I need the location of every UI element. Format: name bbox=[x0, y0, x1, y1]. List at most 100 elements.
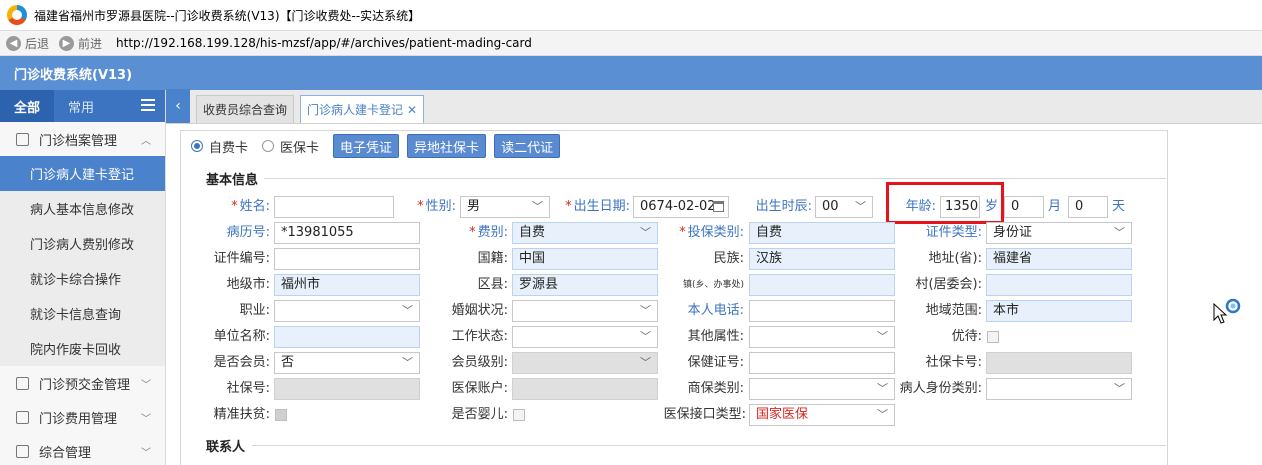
sidebar-item-card-operations[interactable]: 就诊卡综合操作 bbox=[0, 261, 165, 296]
chevron-down-icon: ﹀ bbox=[877, 382, 888, 395]
tab-label: 收费员综合查询 bbox=[203, 103, 288, 117]
menu-group-label: 综合管理 bbox=[39, 445, 92, 461]
chevron-down-icon: ﹀ bbox=[640, 330, 651, 343]
cert-type-select[interactable]: 身份证 ﹀ bbox=[986, 222, 1132, 244]
infant-checkbox[interactable] bbox=[513, 409, 525, 421]
province-input[interactable]: 福建省 bbox=[986, 248, 1132, 270]
sidebar-item-card-registration[interactable]: 门诊病人建卡登记 bbox=[0, 156, 165, 191]
phone-input[interactable] bbox=[749, 300, 895, 322]
work-status-label: 工作状态: bbox=[451, 329, 508, 344]
cert-no-label: 证件编号: bbox=[213, 251, 270, 266]
member-level-select[interactable]: ﹀ bbox=[512, 352, 658, 374]
other-attr-select[interactable]: ﹀ bbox=[749, 326, 895, 348]
record-no-input[interactable]: *13981055 bbox=[274, 222, 420, 244]
sidebar-item-card-recycle[interactable]: 院内作废卡回收 bbox=[0, 331, 165, 366]
cert-no-input[interactable] bbox=[274, 248, 420, 270]
sidebar: 全部 常用 门诊档案管理 ︿ 门诊病人建卡登记 病人基本信息修改 门诊病人费别修… bbox=[0, 90, 166, 465]
document-icon bbox=[16, 444, 29, 458]
sidebar-tabs: 全部 常用 bbox=[0, 90, 165, 122]
si-card-input[interactable] bbox=[986, 352, 1132, 374]
close-icon[interactable]: ✕ bbox=[407, 103, 417, 117]
record-no-label: 病历号: bbox=[226, 225, 270, 240]
app-logo-icon bbox=[6, 4, 28, 26]
town-input[interactable] bbox=[749, 274, 895, 296]
priority-checkbox[interactable] bbox=[987, 331, 999, 343]
employer-input[interactable] bbox=[274, 326, 420, 348]
nationality-label: 国籍: bbox=[477, 251, 508, 266]
address-bar[interactable]: http://192.168.199.128/his-mzsf/app/#/ar… bbox=[116, 36, 532, 50]
forward-button[interactable]: ▶ 前进 bbox=[59, 35, 102, 52]
menu-group-archives[interactable]: 门诊档案管理 ︿ bbox=[0, 122, 165, 156]
gender-select[interactable]: 男 ﹀ bbox=[460, 196, 550, 218]
calendar-icon bbox=[713, 201, 724, 212]
back-button[interactable]: ◀ 后退 bbox=[6, 35, 49, 52]
gender-label: * 性别: bbox=[417, 199, 456, 214]
region-label: 地域范围: bbox=[925, 303, 982, 318]
birth-hour-label: 出生时辰: bbox=[755, 199, 812, 214]
member-select[interactable]: 否 ﹀ bbox=[274, 352, 420, 374]
chevron-down-icon: ﹀ bbox=[1114, 382, 1125, 395]
ins-account-input[interactable] bbox=[512, 378, 658, 400]
menu-group-fees[interactable]: 门诊费用管理 ﹀ bbox=[0, 400, 165, 434]
menu-group-label: 门诊档案管理 bbox=[39, 133, 118, 149]
chevron-down-icon: ﹀ bbox=[640, 226, 651, 239]
chevron-down-icon: ﹀ bbox=[532, 200, 543, 213]
region-input[interactable]: 本市 bbox=[986, 300, 1132, 322]
insurance-radio[interactable] bbox=[262, 140, 275, 152]
identity-select[interactable]: ﹀ bbox=[986, 378, 1132, 400]
nationality-input[interactable]: 中国 bbox=[512, 248, 658, 270]
work-status-select[interactable]: ﹀ bbox=[512, 326, 658, 348]
collapse-sidebar-icon[interactable]: ‹ bbox=[166, 89, 190, 123]
sidebar-item-card-query[interactable]: 就诊卡信息查询 bbox=[0, 296, 165, 331]
health-cert-input[interactable] bbox=[749, 352, 895, 374]
age-highlight-box bbox=[886, 182, 1004, 224]
poverty-checkbox[interactable] bbox=[275, 409, 287, 421]
window-title: 福建省福州市罗源县医院--门诊收费系统(V13)【门诊收费处--实达系统】 bbox=[34, 8, 421, 23]
tab-cashier-query[interactable]: 收费员综合查询 bbox=[196, 95, 295, 123]
birth-hour-select[interactable]: 00 ﹀ bbox=[815, 196, 873, 218]
menu-group-deposit[interactable]: 门诊预交金管理 ﹀ bbox=[0, 366, 165, 400]
sidebar-tab-common[interactable]: 常用 bbox=[54, 90, 108, 122]
remote-si-card-button[interactable]: 异地社保卡 bbox=[407, 134, 487, 158]
phone-label: 本人电话: bbox=[687, 303, 744, 318]
chevron-down-icon: ﹀ bbox=[640, 356, 651, 369]
sidebar-item-patient-info-edit[interactable]: 病人基本信息修改 bbox=[0, 191, 165, 226]
county-label: 区县: bbox=[477, 277, 508, 292]
menu-group-general[interactable]: 综合管理 ﹀ bbox=[0, 434, 165, 465]
tab-card-registration[interactable]: 门诊病人建卡登记 ✕ bbox=[300, 95, 425, 123]
comm-ins-select[interactable]: ﹀ bbox=[749, 378, 895, 400]
sidebar-item-fee-type-edit[interactable]: 门诊病人费别修改 bbox=[0, 226, 165, 261]
marital-select[interactable]: ﹀ bbox=[512, 300, 658, 322]
browser-nav-bar: ◀ 后退 ▶ 前进 http://192.168.199.128/his-mzs… bbox=[0, 30, 1262, 56]
sidebar-tab-all[interactable]: 全部 bbox=[0, 90, 55, 122]
back-label: 后退 bbox=[25, 36, 50, 51]
read-id-card-button[interactable]: 读二代证 bbox=[494, 134, 561, 158]
fee-type-select[interactable]: 自费 ﹀ bbox=[512, 222, 658, 244]
self-pay-radio[interactable] bbox=[191, 140, 203, 152]
menu-icon[interactable] bbox=[141, 99, 155, 111]
section-title-contact: 联系人 bbox=[206, 440, 246, 455]
wallet-icon bbox=[16, 376, 29, 390]
other-attr-label: 其他属性: bbox=[687, 329, 744, 344]
si-no-input[interactable] bbox=[274, 378, 420, 400]
ins-interface-select[interactable]: 国家医保 ﹀ bbox=[749, 404, 895, 426]
ins-account-label: 医保账户: bbox=[451, 381, 508, 396]
occupation-select[interactable]: ﹀ bbox=[274, 300, 420, 322]
page-tab-strip: ‹ 收费员综合查询 门诊病人建卡登记 ✕ bbox=[166, 89, 1262, 124]
village-input[interactable] bbox=[986, 274, 1132, 296]
section-title-basic: 基本信息 bbox=[206, 173, 259, 188]
chevron-down-icon: ﹀ bbox=[855, 200, 866, 213]
e-voucher-button[interactable]: 电子凭证 bbox=[333, 134, 400, 158]
ins-type-input[interactable]: 自费 bbox=[749, 222, 895, 244]
county-input[interactable]: 罗源县 bbox=[512, 274, 658, 296]
identity-label: 病人身份类别: bbox=[899, 381, 982, 396]
birthdate-input[interactable]: 0674-02-02 bbox=[633, 196, 729, 218]
age-days-input[interactable]: 0 bbox=[1068, 196, 1108, 218]
chevron-down-icon: ﹀ bbox=[141, 413, 151, 425]
chevron-down-icon: ﹀ bbox=[1114, 226, 1125, 239]
ethnicity-input[interactable]: 汉族 bbox=[749, 248, 895, 270]
age-months-input[interactable]: 0 bbox=[1004, 196, 1044, 218]
back-arrow-icon: ◀ bbox=[6, 35, 21, 51]
city-input[interactable]: 福州市 bbox=[274, 274, 420, 296]
name-input[interactable] bbox=[274, 196, 394, 218]
